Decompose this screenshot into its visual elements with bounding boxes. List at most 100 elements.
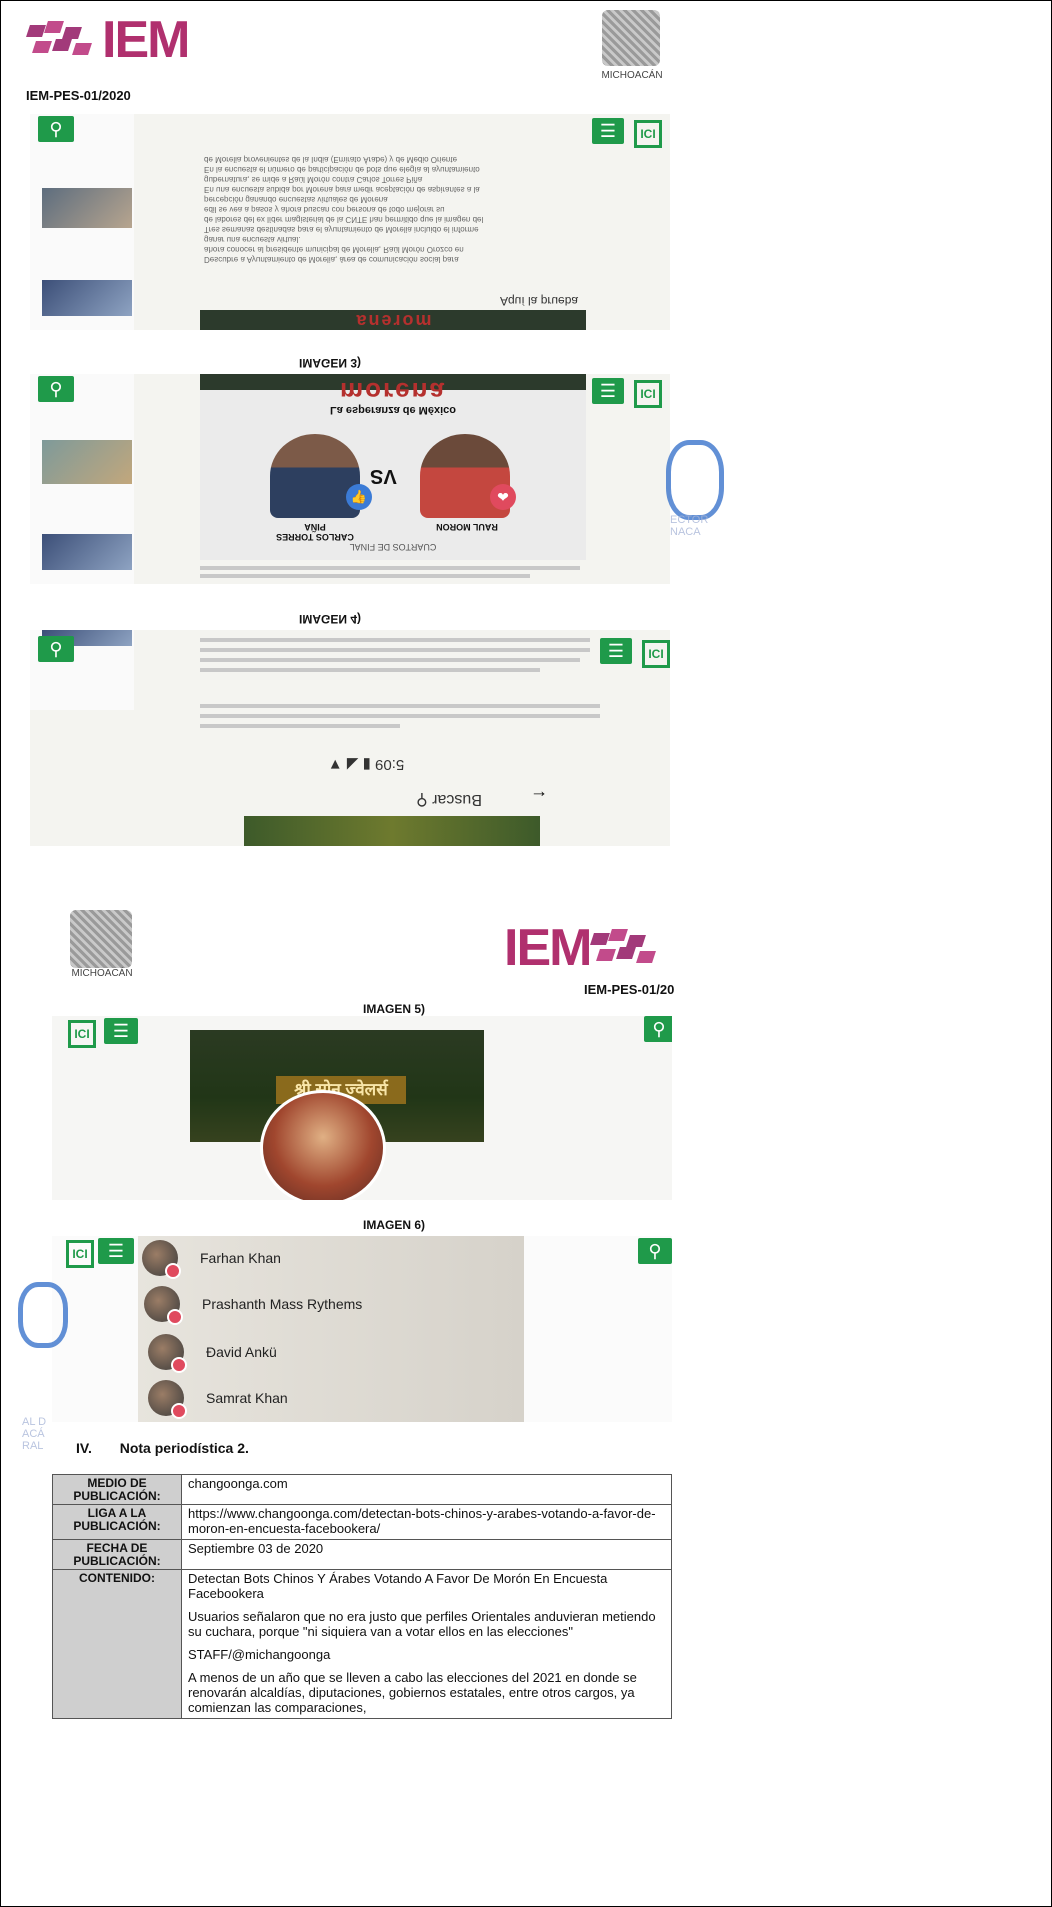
section-title: Nota periodística 2.: [119, 1440, 249, 1456]
caption-line: [200, 724, 400, 728]
doc-id-bottom: IEM-PES-01/20: [584, 982, 675, 997]
caption-line: [200, 574, 530, 578]
iem-logo-bottom: IEM: [498, 918, 660, 978]
search-field[interactable]: Buscar ⚲: [416, 790, 482, 810]
sidebar-related: [30, 374, 134, 584]
poll-footer: CUARTOS DE FINAL: [349, 542, 437, 552]
article-line: gubernatura, se mide a Raúl Morón contra…: [204, 175, 423, 184]
avatar: [148, 1380, 187, 1419]
menu-icon[interactable]: ☰: [98, 1238, 134, 1264]
nota-table: MEDIO DE PUBLICACIÓN: changoonga.com LIG…: [52, 1473, 672, 1719]
content-headline: Detectan Bots Chinos Y Árabes Votando A …: [188, 1571, 608, 1602]
imagen5-label: IMAGEN 5): [362, 1002, 425, 1016]
back-arrow-icon[interactable]: ←: [530, 786, 548, 807]
search-icon[interactable]: ⚲: [38, 116, 74, 142]
voter-row[interactable]: Samrat Khan: [148, 1380, 288, 1419]
stamp-ghost-text: ECTOR NACA: [670, 514, 709, 539]
related-thumb: [42, 280, 132, 316]
sidebar-related: [30, 114, 134, 330]
menu-icon[interactable]: ☰: [600, 638, 632, 664]
table-row: MEDIO DE PUBLICACIÓN: changoonga.com: [52, 1473, 672, 1506]
article-line: percepción ganando encuestas virtuales d…: [204, 195, 388, 204]
avatar: [142, 1240, 181, 1279]
content-paragraph: A menos de un año que se lleven a cabo l…: [188, 1669, 637, 1715]
caption-line: [200, 668, 540, 672]
screenshot-jewelry: ICI ☰ ⚲ श्री सोनू ज्वेलर्स: [52, 1016, 672, 1200]
caption-line: [200, 638, 590, 642]
content-paragraph: Usuarios señalaron que no era justo que …: [188, 1609, 656, 1640]
table-key: MEDIO DE PUBLICACIÓN:: [52, 1473, 182, 1506]
publication-link[interactable]: https://www.changoonga.com/detectan-bots…: [181, 1504, 672, 1541]
iem-logo-mark-icon: [590, 927, 660, 969]
voter-name: Samrat Khan: [206, 1390, 288, 1406]
election-stamp-icon: [666, 440, 724, 520]
aqui-la-prueba: Aquí la prueba: [500, 294, 579, 308]
avatar: [144, 1286, 183, 1325]
voter-name: Đavid Ankü: [206, 1344, 277, 1360]
voter-name: Prashanth Mass Rythems: [202, 1296, 363, 1312]
content-byline: STAFF/@michangoonga: [188, 1647, 331, 1662]
article-body: Descubre a Ayuntamiento de Morelia, área…: [204, 154, 580, 264]
candidate-name: RAUL MORON: [436, 522, 498, 532]
seal-caption: MICHOACÁN: [71, 968, 133, 979]
site-logo-icon: ICI: [634, 380, 662, 408]
poll-image: morena La esperanza de México ❤ 👍 VS RAU…: [200, 374, 586, 560]
vs-label: VS: [370, 465, 397, 487]
menu-icon[interactable]: ☰: [592, 118, 624, 144]
candidate-name: CARLOS TORRES PIÑA: [276, 522, 354, 542]
article-line: ahora conocer al presidente municipal de…: [204, 245, 464, 254]
site-logo-icon: ICI: [66, 1240, 94, 1268]
search-icon[interactable]: ⚲: [38, 376, 74, 402]
banner-word: morena: [354, 311, 432, 330]
related-thumb: [42, 188, 132, 228]
table-key: FECHA DE PUBLICACIÓN:: [52, 1539, 182, 1571]
signal-icon: ◢: [346, 756, 359, 773]
iem-logo-text: IEM: [504, 919, 592, 977]
article-line: Tres semanas destinadas para el ayuntami…: [204, 225, 479, 234]
imagen6-label: IMAGEN 6): [362, 1218, 425, 1232]
table-key: CONTENIDO:: [52, 1569, 182, 1719]
voter-row[interactable]: Prashanth Mass Rythems: [144, 1286, 363, 1325]
election-stamp-icon: [18, 1282, 68, 1348]
article-line: En una encuesta subida por Morena para m…: [204, 185, 480, 194]
heart-reaction-icon: ❤: [490, 484, 516, 510]
doc-id-top: IEM-PES-01/2020: [26, 88, 131, 103]
article-line: Descubre a Ayuntamiento de Morelia, área…: [204, 255, 459, 264]
voter-row[interactable]: Đavid Ankü: [148, 1334, 277, 1373]
iem-logo-mark-icon: [26, 19, 96, 61]
table-value: changoonga.com: [181, 1473, 672, 1506]
menu-icon[interactable]: ☰: [104, 1018, 138, 1044]
profile-avatar: [260, 1090, 386, 1200]
morena-banner: morena: [200, 310, 586, 330]
table-row: FECHA DE PUBLICACIÓN: Septiembre 03 de 2…: [52, 1539, 672, 1571]
michoacan-seal-icon: [70, 910, 132, 968]
search-icon[interactable]: ⚲: [38, 636, 74, 662]
content-cell: Detectan Bots Chinos Y Árabes Votando A …: [181, 1569, 672, 1719]
table-row: CONTENIDO: Detectan Bots Chinos Y Árabes…: [52, 1569, 672, 1719]
screenshot-encuesta: ⚲ ☰ ICI morena La esperanza de México ❤ …: [30, 374, 670, 584]
imagen4-label: IMAGEN 4): [298, 612, 361, 626]
iem-logo-top: IEM: [26, 10, 190, 70]
candidate-photo: [270, 434, 360, 518]
article-line: de labores del ex líder magisterial de l…: [204, 215, 484, 224]
like-reaction-icon: 👍: [346, 484, 372, 510]
related-thumb: [42, 440, 132, 484]
caption-line: [200, 704, 600, 708]
wifi-icon: ▼: [327, 756, 343, 773]
menu-icon[interactable]: ☰: [592, 378, 624, 404]
article-line: edil se vea a pasos y ahora buscan con p…: [204, 205, 445, 214]
caption-line: [200, 648, 590, 652]
voter-row[interactable]: Farhan Khan: [142, 1240, 281, 1279]
iem-logo-text: IEM: [102, 11, 190, 69]
caption-line: [200, 658, 580, 662]
stamp-ghost-text: AL D ACÁ RAL: [22, 1416, 47, 1453]
search-placeholder: Buscar: [432, 791, 482, 808]
search-icon[interactable]: ⚲: [644, 1016, 672, 1042]
screenshot-voters: ICI ☰ ⚲ Farhan Khan Prashanth Mass Rythe…: [52, 1236, 672, 1422]
section-number: IV.: [76, 1440, 92, 1456]
search-icon[interactable]: ⚲: [638, 1238, 672, 1264]
magnifier-icon: ⚲: [416, 791, 428, 808]
article-line: ganar una encuesta virtual.: [204, 235, 301, 244]
screenshot-article: ⚲ ☰ ICI Descubre a Ayuntamiento de Morel…: [30, 114, 670, 330]
article-line: En la encuesta el número de participació…: [204, 165, 480, 174]
